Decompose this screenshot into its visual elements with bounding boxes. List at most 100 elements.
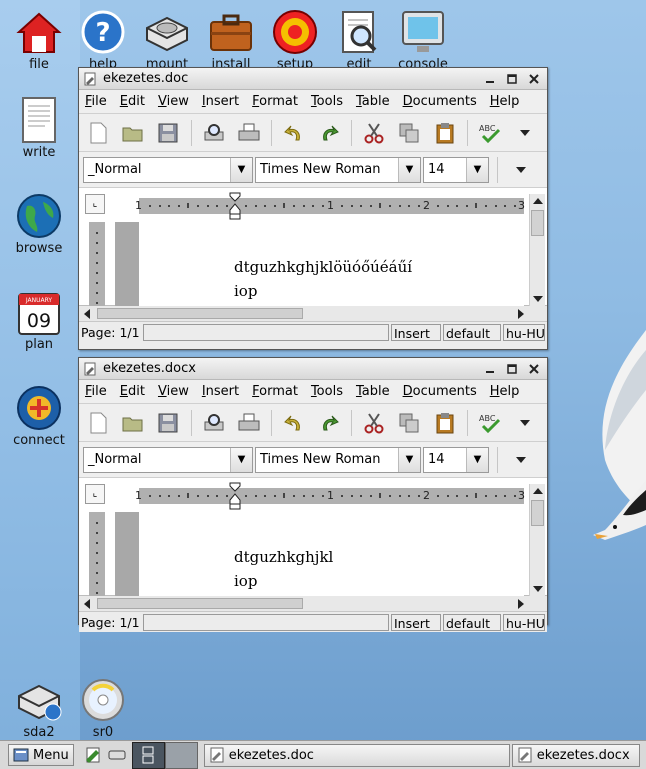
menu-file[interactable]: File (85, 384, 107, 399)
horizontal-ruler[interactable]: 1 1 2 3 (135, 192, 525, 220)
chevron-down-icon[interactable]: ▼ (398, 447, 420, 472)
scrollbar-thumb[interactable] (531, 210, 544, 236)
vertical-ruler[interactable] (89, 512, 105, 596)
horizontal-ruler[interactable]: 1 1 2 3 (135, 482, 525, 510)
scroll-down-icon[interactable] (531, 293, 545, 305)
desktop-icon-console[interactable]: console (387, 8, 459, 72)
close-button[interactable] (525, 361, 543, 377)
desktop-icon-setup[interactable]: setup (259, 8, 331, 72)
new-document-button[interactable] (85, 409, 111, 437)
taskbar-item-doc[interactable]: ekezetes.doc (203, 743, 510, 767)
chevron-down-icon[interactable]: ▼ (466, 447, 488, 472)
scroll-right-icon[interactable] (513, 597, 527, 611)
document-line-2[interactable]: iop (234, 282, 257, 300)
scroll-down-icon[interactable] (531, 583, 545, 595)
tab-stop-selector[interactable]: ⌞ (85, 484, 105, 504)
scroll-up-icon[interactable] (531, 485, 545, 497)
scroll-left-icon[interactable] (81, 307, 95, 321)
scrollbar-thumb[interactable] (531, 500, 544, 526)
menu-view[interactable]: View (158, 94, 189, 109)
style-combo[interactable]: _Normal ▼ (83, 156, 253, 183)
menu-tools[interactable]: Tools (311, 94, 343, 109)
spellcheck-button[interactable]: ABC (477, 119, 503, 147)
copy-button[interactable] (396, 409, 422, 437)
minimize-button[interactable] (481, 71, 499, 87)
menu-help[interactable]: Help (490, 94, 520, 109)
indent-marker-icon[interactable] (228, 482, 242, 510)
chevron-down-icon[interactable]: ▼ (230, 157, 252, 182)
menu-edit[interactable]: Edit (120, 94, 145, 109)
maximize-button[interactable] (503, 361, 521, 377)
menu-help[interactable]: Help (490, 384, 520, 399)
style-combo[interactable]: _Normal ▼ (83, 446, 253, 473)
document-line-1[interactable]: dtguzhkghjkl (234, 548, 333, 566)
cut-button[interactable] (361, 409, 387, 437)
vertical-scrollbar[interactable] (529, 484, 545, 596)
print-preview-button[interactable] (201, 409, 227, 437)
start-menu-button[interactable]: Menu (8, 744, 74, 766)
size-combo[interactable]: 14 ▼ (423, 446, 489, 473)
cut-button[interactable] (361, 119, 387, 147)
chevron-down-icon[interactable]: ▼ (466, 157, 488, 182)
toolbar-overflow-button[interactable] (512, 409, 538, 437)
format-toolbar-overflow-button[interactable] (507, 156, 535, 184)
vertical-scrollbar[interactable] (529, 194, 545, 306)
scrollbar-thumb[interactable] (97, 308, 303, 319)
document-area[interactable]: ⌞ 1 1 2 3 dtguzhkghjkl iop (79, 478, 547, 596)
save-button[interactable] (155, 409, 181, 437)
document-page[interactable]: dtguzhkghjklöüóőúéáűí iop (139, 222, 524, 306)
menu-view[interactable]: View (158, 384, 189, 399)
scrollbar-thumb[interactable] (97, 598, 303, 609)
menu-format[interactable]: Format (252, 384, 298, 399)
scroll-right-icon[interactable] (513, 307, 527, 321)
toolbar-overflow-button[interactable] (512, 119, 538, 147)
document-line-2[interactable]: iop (234, 572, 257, 590)
open-button[interactable] (120, 409, 146, 437)
abiword-window-doc[interactable]: ekezetes.doc File Edit View Insert Forma… (78, 67, 548, 350)
quicklaunch-drive-icon[interactable] (106, 744, 128, 766)
menu-insert[interactable]: Insert (202, 384, 239, 399)
menu-edit[interactable]: Edit (120, 384, 145, 399)
chevron-down-icon[interactable]: ▼ (398, 157, 420, 182)
desktop-icon-write[interactable]: write (3, 96, 75, 160)
desktop-icon-mount[interactable]: mount (131, 8, 203, 72)
undo-button[interactable] (281, 119, 307, 147)
indent-marker-icon[interactable] (228, 192, 242, 220)
workspace-switcher[interactable] (131, 741, 198, 769)
open-button[interactable] (120, 119, 146, 147)
window-titlebar[interactable]: ekezetes.doc (79, 68, 547, 90)
desktop-icon-plan[interactable]: JANUARY 09 plan (3, 288, 75, 352)
size-combo[interactable]: 14 ▼ (423, 156, 489, 183)
copy-button[interactable] (396, 119, 422, 147)
chevron-down-icon[interactable]: ▼ (230, 447, 252, 472)
scroll-up-icon[interactable] (531, 195, 545, 207)
print-preview-button[interactable] (201, 119, 227, 147)
font-combo[interactable]: Times New Roman ▼ (255, 446, 421, 473)
redo-button[interactable] (316, 119, 342, 147)
desktop-icon-browse[interactable]: browse (3, 192, 75, 256)
menu-format[interactable]: Format (252, 94, 298, 109)
horizontal-scrollbar[interactable] (79, 306, 547, 322)
new-document-button[interactable] (85, 119, 111, 147)
window-titlebar[interactable]: ekezetes.docx (79, 358, 547, 380)
menu-documents[interactable]: Documents (403, 94, 477, 109)
desktop-icon-help[interactable]: ? help (67, 8, 139, 72)
desktop-icon-file[interactable]: file (3, 8, 75, 72)
tab-stop-selector[interactable]: ⌞ (85, 194, 105, 214)
paste-button[interactable] (432, 409, 458, 437)
taskbar-item-docx[interactable]: ekezetes.docx (511, 743, 640, 767)
undo-button[interactable] (281, 409, 307, 437)
desktop-icon-connect[interactable]: connect (3, 384, 75, 448)
desktop-icon-sr0[interactable]: sr0 (67, 676, 139, 740)
save-button[interactable] (155, 119, 181, 147)
menu-tools[interactable]: Tools (311, 384, 343, 399)
scroll-left-icon[interactable] (81, 597, 95, 611)
desktop-icon-install[interactable]: install (195, 8, 267, 72)
document-line-1[interactable]: dtguzhkghjklöüóőúéáűí (234, 258, 412, 276)
minimize-button[interactable] (481, 361, 499, 377)
close-button[interactable] (525, 71, 543, 87)
document-page[interactable]: dtguzhkghjkl iop (139, 512, 524, 596)
format-toolbar-overflow-button[interactable] (507, 446, 535, 474)
menu-table[interactable]: Table (356, 384, 390, 399)
workspace-2[interactable] (164, 741, 198, 769)
